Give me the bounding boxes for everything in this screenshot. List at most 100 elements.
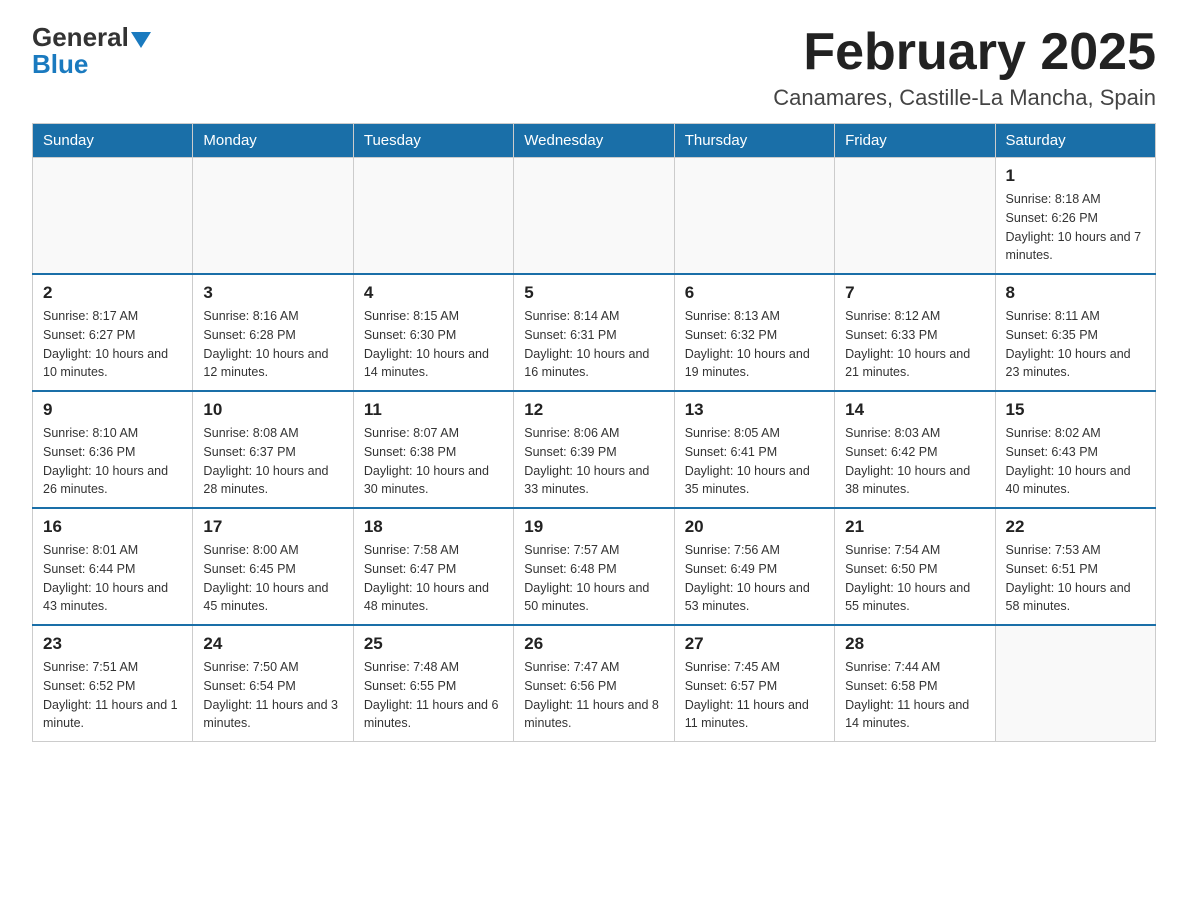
calendar-week-row: 2Sunrise: 8:17 AM Sunset: 6:27 PM Daylig… bbox=[33, 274, 1156, 391]
logo-general-line: General bbox=[32, 24, 151, 51]
calendar-day-cell: 17 Sunrise: 8:00 AM Sunset: 6:45 PM Dayli… bbox=[193, 508, 353, 625]
weekday-header-tuesday: Tuesday bbox=[353, 124, 513, 158]
day-info: Sunrise: 7:45 AM Sunset: 6:57 PM Dayligh… bbox=[685, 658, 824, 733]
day-number: 26 bbox=[524, 634, 663, 654]
logo-triangle-icon bbox=[131, 32, 151, 48]
day-number: 11 bbox=[364, 400, 503, 420]
calendar-day-cell: 12 Sunrise: 8:06 AM Sunset: 6:39 PM Dayli… bbox=[514, 391, 674, 508]
calendar-day-cell bbox=[835, 158, 995, 275]
calendar-day-cell bbox=[193, 158, 353, 275]
calendar-day-cell: 23Sunrise: 7:51 AM Sunset: 6:52 PM Dayli… bbox=[33, 625, 193, 742]
calendar-day-cell: 4Sunrise: 8:15 AM Sunset: 6:30 PM Daylig… bbox=[353, 274, 513, 391]
day-number: 14 bbox=[845, 400, 984, 420]
day-number: 1 bbox=[1006, 166, 1145, 186]
calendar-table: SundayMondayTuesdayWednesdayThursdayFrid… bbox=[32, 123, 1156, 742]
logo-general-text: General bbox=[32, 22, 129, 52]
day-info: Sunrise: 7:53 AM Sunset: 6:51 PM Dayligh… bbox=[1006, 541, 1145, 616]
day-info: Sunrise: 8:16 AM Sunset: 6:28 PM Dayligh… bbox=[203, 307, 342, 382]
day-info: Sunrise: 8:06 AM Sunset: 6:39 PM Dayligh… bbox=[524, 424, 663, 499]
day-number: 25 bbox=[364, 634, 503, 654]
calendar-day-cell: 11 Sunrise: 8:07 AM Sunset: 6:38 PM Dayli… bbox=[353, 391, 513, 508]
day-info: Sunrise: 8:00 AM Sunset: 6:45 PM Dayligh… bbox=[203, 541, 342, 616]
day-number: 3 bbox=[203, 283, 342, 303]
logo-blue-line: Blue bbox=[32, 51, 88, 78]
day-number: 18 bbox=[364, 517, 503, 537]
day-info: Sunrise: 8:12 AM Sunset: 6:33 PM Dayligh… bbox=[845, 307, 984, 382]
calendar-header-row: SundayMondayTuesdayWednesdayThursdayFrid… bbox=[33, 124, 1156, 158]
day-info: Sunrise: 7:58 AM Sunset: 6:47 PM Dayligh… bbox=[364, 541, 503, 616]
day-info: Sunrise: 8:15 AM Sunset: 6:30 PM Dayligh… bbox=[364, 307, 503, 382]
calendar-day-cell bbox=[33, 158, 193, 275]
day-info: Sunrise: 7:54 AM Sunset: 6:50 PM Dayligh… bbox=[845, 541, 984, 616]
weekday-header-sunday: Sunday bbox=[33, 124, 193, 158]
day-info: Sunrise: 8:08 AM Sunset: 6:37 PM Dayligh… bbox=[203, 424, 342, 499]
day-info: Sunrise: 8:07 AM Sunset: 6:38 PM Dayligh… bbox=[364, 424, 503, 499]
calendar-day-cell: 3 Sunrise: 8:16 AM Sunset: 6:28 PM Daylig… bbox=[193, 274, 353, 391]
day-number: 12 bbox=[524, 400, 663, 420]
calendar-day-cell: 21 Sunrise: 7:54 AM Sunset: 6:50 PM Dayli… bbox=[835, 508, 995, 625]
weekday-header-monday: Monday bbox=[193, 124, 353, 158]
day-number: 17 bbox=[203, 517, 342, 537]
calendar-day-cell: 8 Sunrise: 8:11 AM Sunset: 6:35 PM Daylig… bbox=[995, 274, 1155, 391]
day-info: Sunrise: 8:01 AM Sunset: 6:44 PM Dayligh… bbox=[43, 541, 182, 616]
calendar-day-cell: 18 Sunrise: 7:58 AM Sunset: 6:47 PM Dayli… bbox=[353, 508, 513, 625]
day-info: Sunrise: 8:03 AM Sunset: 6:42 PM Dayligh… bbox=[845, 424, 984, 499]
day-number: 21 bbox=[845, 517, 984, 537]
day-number: 5 bbox=[524, 283, 663, 303]
calendar-week-row: 23Sunrise: 7:51 AM Sunset: 6:52 PM Dayli… bbox=[33, 625, 1156, 742]
calendar-day-cell: 19 Sunrise: 7:57 AM Sunset: 6:48 PM Dayli… bbox=[514, 508, 674, 625]
day-number: 28 bbox=[845, 634, 984, 654]
calendar-day-cell bbox=[514, 158, 674, 275]
calendar-day-cell: 26 Sunrise: 7:47 AM Sunset: 6:56 PM Dayli… bbox=[514, 625, 674, 742]
calendar-day-cell: 22 Sunrise: 7:53 AM Sunset: 6:51 PM Dayli… bbox=[995, 508, 1155, 625]
weekday-header-wednesday: Wednesday bbox=[514, 124, 674, 158]
calendar-day-cell: 6 Sunrise: 8:13 AM Sunset: 6:32 PM Daylig… bbox=[674, 274, 834, 391]
day-info: Sunrise: 7:47 AM Sunset: 6:56 PM Dayligh… bbox=[524, 658, 663, 733]
day-number: 19 bbox=[524, 517, 663, 537]
day-info: Sunrise: 7:44 AM Sunset: 6:58 PM Dayligh… bbox=[845, 658, 984, 733]
calendar-day-cell: 20Sunrise: 7:56 AM Sunset: 6:49 PM Dayli… bbox=[674, 508, 834, 625]
calendar-day-cell: 25 Sunrise: 7:48 AM Sunset: 6:55 PM Dayli… bbox=[353, 625, 513, 742]
day-info: Sunrise: 8:18 AM Sunset: 6:26 PM Dayligh… bbox=[1006, 190, 1145, 265]
location-title: Canamares, Castille-La Mancha, Spain bbox=[773, 85, 1156, 111]
calendar-day-cell: 27 Sunrise: 7:45 AM Sunset: 6:57 PM Dayli… bbox=[674, 625, 834, 742]
logo-blue-text: Blue bbox=[32, 49, 88, 79]
day-number: 22 bbox=[1006, 517, 1145, 537]
logo: General Blue bbox=[32, 24, 151, 78]
day-info: Sunrise: 8:05 AM Sunset: 6:41 PM Dayligh… bbox=[685, 424, 824, 499]
day-number: 16 bbox=[43, 517, 182, 537]
day-number: 10 bbox=[203, 400, 342, 420]
day-info: Sunrise: 8:13 AM Sunset: 6:32 PM Dayligh… bbox=[685, 307, 824, 382]
calendar-day-cell bbox=[995, 625, 1155, 742]
calendar-day-cell: 13Sunrise: 8:05 AM Sunset: 6:41 PM Dayli… bbox=[674, 391, 834, 508]
day-info: Sunrise: 8:14 AM Sunset: 6:31 PM Dayligh… bbox=[524, 307, 663, 382]
day-number: 6 bbox=[685, 283, 824, 303]
day-info: Sunrise: 7:57 AM Sunset: 6:48 PM Dayligh… bbox=[524, 541, 663, 616]
day-number: 27 bbox=[685, 634, 824, 654]
day-info: Sunrise: 7:51 AM Sunset: 6:52 PM Dayligh… bbox=[43, 658, 182, 733]
calendar-day-cell: 10 Sunrise: 8:08 AM Sunset: 6:37 PM Dayli… bbox=[193, 391, 353, 508]
calendar-day-cell: 28 Sunrise: 7:44 AM Sunset: 6:58 PM Dayli… bbox=[835, 625, 995, 742]
weekday-header-thursday: Thursday bbox=[674, 124, 834, 158]
calendar-day-cell bbox=[674, 158, 834, 275]
calendar-week-row: 1 Sunrise: 8:18 AM Sunset: 6:26 PM Daylig… bbox=[33, 158, 1156, 275]
day-info: Sunrise: 8:10 AM Sunset: 6:36 PM Dayligh… bbox=[43, 424, 182, 499]
calendar-day-cell: 16 Sunrise: 8:01 AM Sunset: 6:44 PM Dayli… bbox=[33, 508, 193, 625]
day-number: 2 bbox=[43, 283, 182, 303]
calendar-day-cell bbox=[353, 158, 513, 275]
day-info: Sunrise: 7:48 AM Sunset: 6:55 PM Dayligh… bbox=[364, 658, 503, 733]
title-block: February 2025 Canamares, Castille-La Man… bbox=[773, 24, 1156, 111]
day-number: 24 bbox=[203, 634, 342, 654]
page-header: General Blue February 2025 Canamares, Ca… bbox=[32, 24, 1156, 111]
day-info: Sunrise: 8:11 AM Sunset: 6:35 PM Dayligh… bbox=[1006, 307, 1145, 382]
day-info: Sunrise: 8:02 AM Sunset: 6:43 PM Dayligh… bbox=[1006, 424, 1145, 499]
day-number: 8 bbox=[1006, 283, 1145, 303]
weekday-header-friday: Friday bbox=[835, 124, 995, 158]
day-number: 20 bbox=[685, 517, 824, 537]
day-number: 15 bbox=[1006, 400, 1145, 420]
day-info: Sunrise: 7:50 AM Sunset: 6:54 PM Dayligh… bbox=[203, 658, 342, 733]
month-title: February 2025 bbox=[773, 24, 1156, 81]
day-number: 7 bbox=[845, 283, 984, 303]
calendar-day-cell: 24 Sunrise: 7:50 AM Sunset: 6:54 PM Dayli… bbox=[193, 625, 353, 742]
calendar-day-cell: 15 Sunrise: 8:02 AM Sunset: 6:43 PM Dayli… bbox=[995, 391, 1155, 508]
